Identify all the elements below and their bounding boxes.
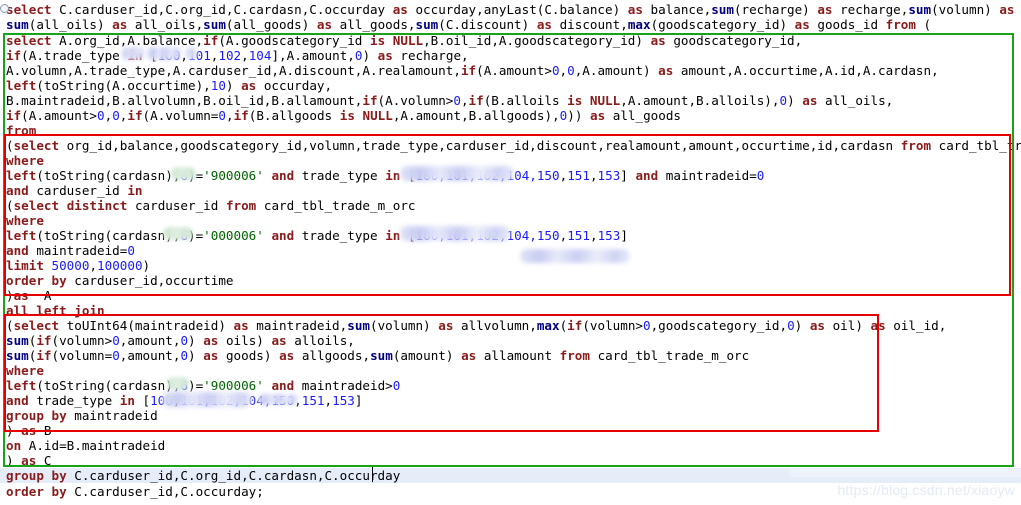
code-line-29[interactable]: ) as B (0, 423, 52, 438)
code-editor[interactable]: select C.carduser_id,C.org_id,C.cardasn,… (0, 0, 1021, 505)
code-line-3[interactable]: select A.org_id,A.balance,if(A.goodscate… (0, 33, 802, 48)
code-line-18[interactable]: limit 50000,100000) (0, 258, 150, 273)
code-line-16[interactable]: left(toString(cardasn),6)='000006' and t… (0, 228, 628, 243)
redaction-patch-3 (186, 47, 197, 60)
redaction-patch-cardasn-3 (167, 377, 189, 390)
annotation-box-red-subquery-a (4, 134, 1011, 296)
redaction-patch-cardasn-1 (171, 167, 196, 180)
redaction-patch-2 (147, 47, 181, 60)
redaction-patch-7 (162, 392, 252, 407)
code-line-15[interactable]: where (0, 213, 44, 228)
code-line-10[interactable]: (select org_id,balance,goodscategory_id,… (0, 138, 1021, 153)
watermark-bar (789, 469, 1021, 477)
code-line-28[interactable]: group by maintradeid (0, 408, 158, 423)
code-line-14[interactable]: (select distinct carduser_id from card_t… (0, 198, 416, 213)
code-line-20[interactable]: )as A (0, 288, 52, 303)
code-line-6[interactable]: left(toString(A.occurtime),10) as occurd… (0, 78, 332, 93)
code-line-11[interactable]: where (0, 153, 44, 168)
code-line-4[interactable]: if(A.trade_type in [100,101,102,104],A.a… (0, 48, 469, 63)
code-line-23[interactable]: sum(if(volumn>0,amount,0) as oils) as al… (0, 333, 355, 348)
code-line-7[interactable]: B.maintradeid,B.allvolumn,B.oil_id,B.all… (0, 93, 893, 108)
code-line-22[interactable]: (select toUInt64(maintradeid) as maintra… (0, 318, 946, 333)
code-line-26[interactable]: left(toString(cardasn),6)='900006' and m… (0, 378, 400, 393)
watermark-text: https://blog.csdn.net/xiaoyw (837, 482, 1015, 498)
code-line-17[interactable]: and maintradeid=0 (0, 243, 135, 258)
redaction-patch-8 (258, 394, 298, 405)
redaction-patch-cardasn-2 (163, 227, 193, 240)
redaction-patch-5 (400, 226, 510, 241)
code-line-13[interactable]: and carduser_id in (0, 183, 143, 198)
code-line-21[interactable]: all left join (0, 303, 105, 318)
code-line-25[interactable]: where (0, 363, 44, 378)
code-line-9[interactable]: from (0, 123, 36, 138)
code-line-24[interactable]: sum(if(volumn=0,amount,0) as goods) as a… (0, 348, 749, 363)
code-line-19[interactable]: order by carduser_id,occurtime (0, 273, 234, 288)
code-line-33[interactable]: order by C.carduser_id,C.occurday; (0, 484, 264, 499)
code-line-8[interactable]: if(A.amount>0,0,if(A.volumn=0,if(B.allgo… (0, 108, 681, 123)
code-line-30[interactable]: on A.id=B.maintradeid (0, 438, 165, 453)
code-line-12[interactable]: left(toString(cardasn),6)='900006' and t… (0, 168, 764, 183)
code-line-5[interactable]: A.volumn,A.trade_type,A.carduser_id,A.di… (0, 63, 939, 78)
redaction-patch-1 (122, 47, 144, 60)
code-line-2[interactable]: sum(all_oils) as all_oils,sum(all_goods)… (0, 17, 931, 32)
breakpoint-marker-icon[interactable] (0, 4, 9, 13)
redaction-patch-4 (400, 166, 514, 181)
code-line-31[interactable]: ) as C (0, 453, 52, 468)
redaction-patch-6 (520, 249, 630, 263)
text-caret (372, 467, 373, 482)
code-line-1[interactable]: select C.carduser_id,C.org_id,C.cardasn,… (0, 2, 1021, 17)
